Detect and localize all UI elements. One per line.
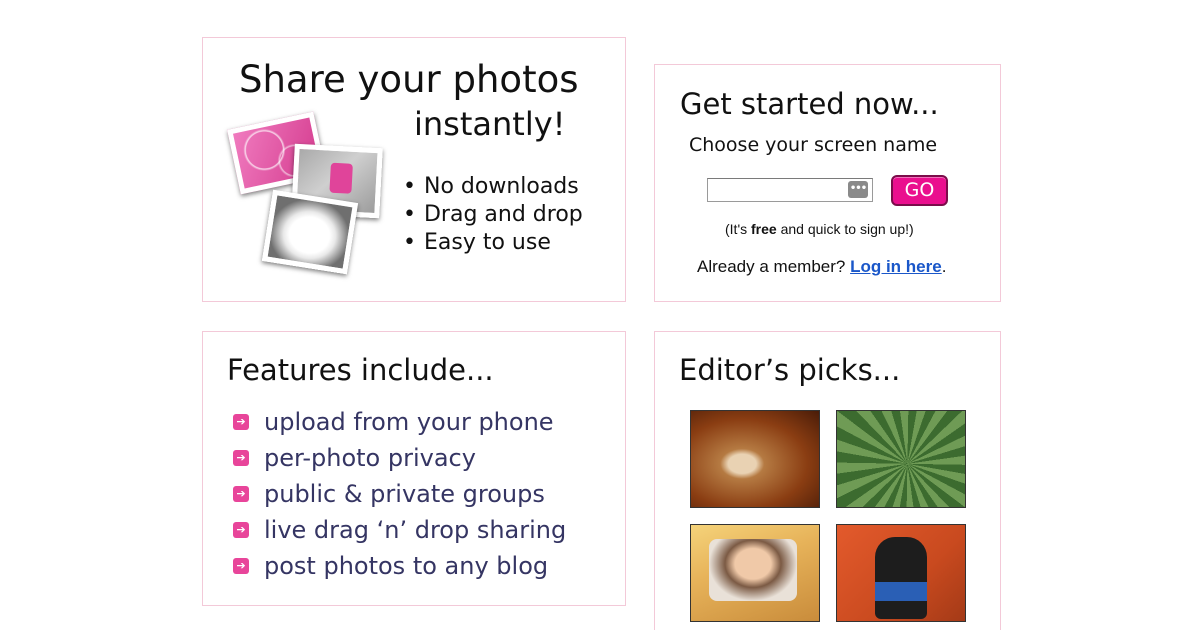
features-title: Features include... [227, 353, 494, 387]
free-note-prefix: (It's [725, 221, 752, 237]
feature-item: ➔ public & private groups [233, 476, 566, 512]
signup-panel: Get started now... Choose your screen na… [654, 64, 1001, 302]
arrow-right-icon: ➔ [233, 522, 249, 538]
pick-thumbnail-dog-floor[interactable] [690, 410, 820, 508]
feature-label: public & private groups [264, 480, 545, 508]
pick-thumbnail-dog-bandana[interactable] [836, 524, 966, 622]
benefit-item: No downloads [403, 173, 583, 201]
login-link[interactable]: Log in here [850, 257, 942, 276]
password-manager-icon[interactable]: ••• [848, 181, 868, 198]
editors-picks-title: Editor’s picks... [679, 353, 901, 387]
features-list: ➔ upload from your phone ➔ per-photo priva… [233, 404, 566, 584]
share-title-second-line: instantly! [414, 105, 566, 143]
pick-thumbnail-succulent[interactable] [836, 410, 966, 508]
member-text: Already a member? [697, 257, 851, 276]
feature-label: per-photo privacy [264, 444, 476, 472]
go-button[interactable]: GO [891, 175, 948, 206]
arrow-right-icon: ➔ [233, 414, 249, 430]
share-title: Share your photos [239, 58, 579, 101]
signup-title: Get started now... [680, 87, 939, 121]
feature-label: live drag ‘n’ drop sharing [264, 516, 567, 544]
arrow-right-icon: ➔ [233, 450, 249, 466]
editors-picks-panel: Editor’s picks... [654, 331, 1001, 630]
benefit-item: Drag and drop [403, 201, 583, 229]
member-login-line: Already a member? Log in here. [697, 256, 946, 278]
white-dog-photo-image [261, 189, 359, 275]
features-panel: Features include... ➔ upload from your ph… [202, 331, 626, 606]
feature-label: post photos to any blog [264, 552, 549, 580]
free-note-suffix: and quick to sign up!) [776, 221, 914, 237]
free-signup-note: (It's free and quick to sign up!) [725, 220, 914, 238]
member-end: . [941, 257, 947, 276]
share-benefits-list: No downloads Drag and drop Easy to use [403, 173, 583, 257]
feature-label: upload from your phone [264, 408, 554, 436]
arrow-right-icon: ➔ [233, 558, 249, 574]
arrow-right-icon: ➔ [233, 486, 249, 502]
free-note-bold: free [751, 221, 777, 237]
screen-name-label: Choose your screen name [689, 134, 938, 156]
share-panel: Share your photos instantly! No download… [202, 37, 626, 302]
benefit-item: Easy to use [403, 229, 583, 257]
pick-thumbnail-sunglasses-portrait[interactable] [690, 524, 820, 622]
feature-item: ➔ per-photo privacy [233, 440, 566, 476]
feature-item: ➔ post photos to any blog [233, 548, 566, 584]
feature-item: ➔ upload from your phone [233, 404, 566, 440]
feature-item: ➔ live drag ‘n’ drop sharing [233, 512, 566, 548]
